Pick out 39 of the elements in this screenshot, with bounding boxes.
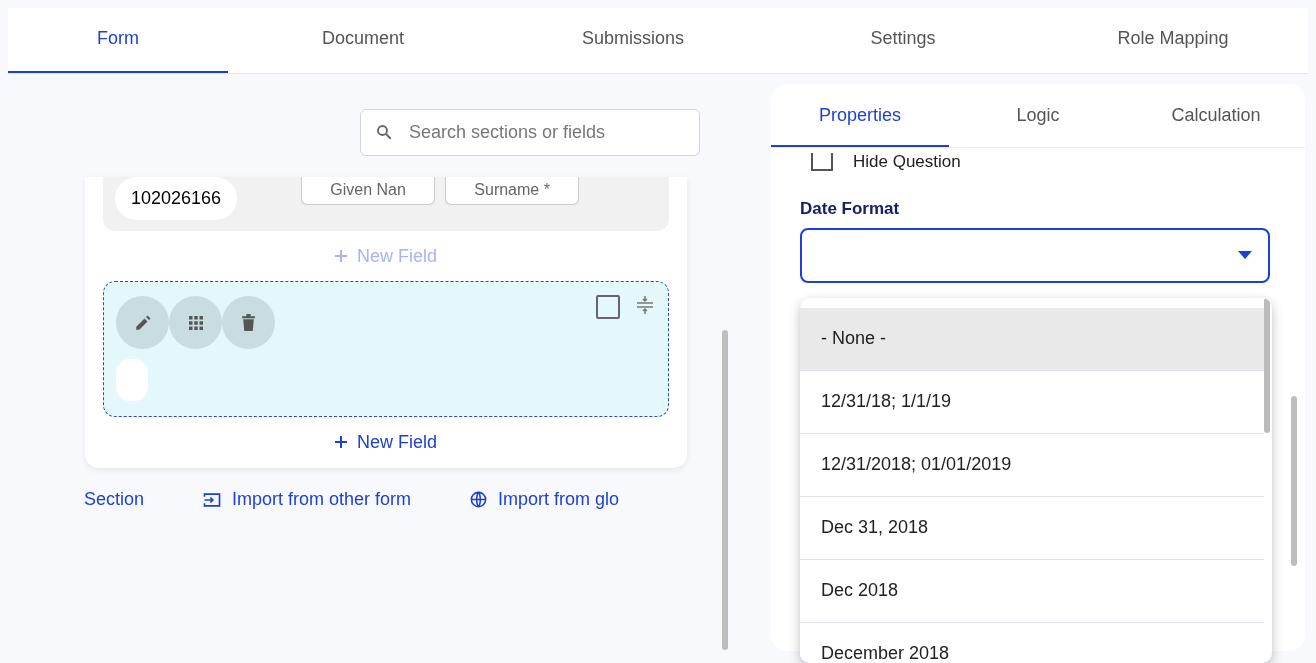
dropdown-option[interactable]: 12/31/2018; 01/01/2019 — [800, 434, 1264, 497]
edit-button[interactable] — [116, 296, 169, 349]
pencil-icon — [133, 313, 152, 332]
panel-tab[interactable]: Properties — [771, 84, 949, 147]
tab[interactable]: Document — [228, 8, 498, 73]
field-label: Date Format — [800, 199, 900, 218]
dropdown-option[interactable]: 12/31/18; 1/1/19 — [800, 371, 1264, 434]
plus-icon — [335, 436, 347, 448]
tab[interactable]: Submissions — [498, 8, 768, 73]
dropdown-option[interactable]: Dec 31, 2018 — [800, 497, 1264, 560]
action-link[interactable]: Section — [84, 486, 145, 513]
delete-button[interactable] — [222, 296, 275, 349]
grid-icon — [188, 315, 203, 330]
dropdown-option[interactable]: Dec 2018 — [800, 560, 1264, 623]
search-field[interactable]: Search sections or fields — [360, 109, 700, 156]
action-link[interactable]: Import from glo — [469, 486, 620, 513]
name-input[interactable]: Given Nan — [301, 177, 436, 205]
trash-icon — [241, 314, 256, 331]
tab[interactable]: Form — [8, 8, 228, 73]
resize-icon — [636, 295, 654, 315]
checkbox[interactable] — [811, 153, 833, 171]
panel-tab[interactable]: Calculation — [1127, 84, 1305, 147]
panel-tab[interactable]: Logic — [949, 84, 1127, 147]
globe-icon — [469, 490, 489, 509]
id-value: 102026166 — [115, 177, 238, 220]
caret-icon — [1238, 251, 1252, 259]
empty-input[interactable] — [116, 359, 148, 401]
dropdown-option[interactable]: December 2018 — [800, 623, 1264, 663]
plus-icon — [335, 250, 347, 262]
checkbox[interactable] — [596, 295, 620, 319]
date-format-select[interactable] — [800, 227, 1270, 283]
new-field-link[interactable]: New Field — [335, 428, 437, 456]
tab[interactable]: Settings — [768, 8, 1038, 73]
search-icon — [375, 123, 393, 141]
name-input[interactable]: Surname * — [445, 177, 580, 205]
checkbox-label: Hide Question — [853, 152, 961, 172]
dropdown-option[interactable]: - None - — [800, 308, 1264, 371]
action-link[interactable]: Import from other form — [202, 486, 412, 513]
tab[interactable]: Role Mapping — [1038, 8, 1308, 73]
